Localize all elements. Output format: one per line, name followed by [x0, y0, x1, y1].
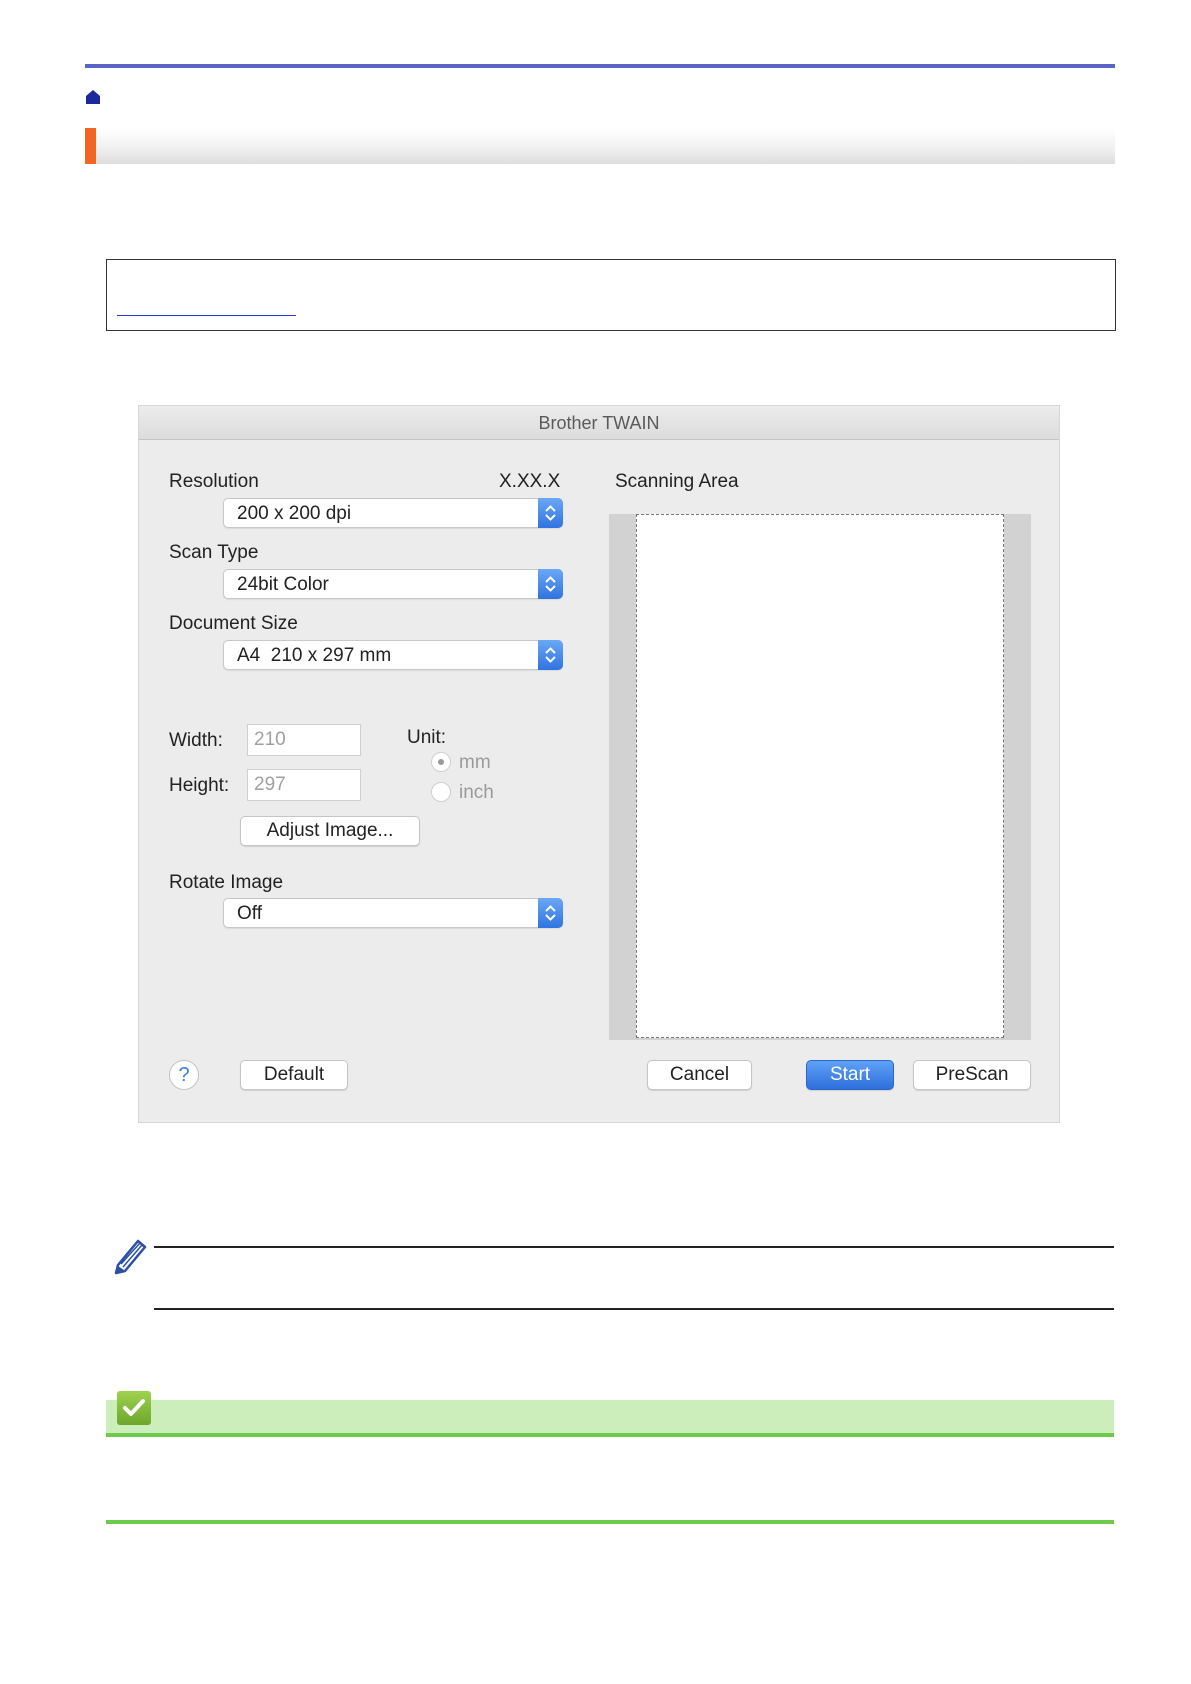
- chevron-updown-icon: [538, 498, 563, 528]
- default-button[interactable]: Default: [240, 1060, 348, 1090]
- start-button[interactable]: Start: [806, 1060, 894, 1090]
- scan-type-select[interactable]: 24bit Color: [223, 569, 563, 599]
- info-box: [106, 259, 1116, 331]
- adjust-image-button[interactable]: Adjust Image...: [240, 816, 420, 846]
- scanning-area-selection[interactable]: [636, 514, 1004, 1038]
- unit-inch-label: inch: [459, 782, 494, 803]
- width-field[interactable]: 210: [247, 724, 361, 756]
- help-button[interactable]: ?: [169, 1060, 199, 1090]
- version-label: X.XX.X: [499, 471, 561, 492]
- unit-mm-radio[interactable]: [431, 752, 451, 772]
- rotate-image-label: Rotate Image: [169, 872, 284, 893]
- cancel-button[interactable]: Cancel: [647, 1060, 752, 1090]
- document-size-value: A4 210 x 297 mm: [237, 645, 392, 666]
- checkmark-icon: [117, 1391, 151, 1425]
- rotate-image-value: Off: [237, 903, 262, 924]
- resolution-label: Resolution: [169, 471, 259, 492]
- unit-mm-label: mm: [459, 752, 491, 773]
- pencil-icon: [114, 1239, 147, 1275]
- note-rule-bottom: [154, 1308, 1114, 1310]
- twain-dialog: Brother TWAIN Resolution X.XX.X 200 x 20…: [138, 405, 1060, 1123]
- prescan-button[interactable]: PreScan: [913, 1060, 1031, 1090]
- resolution-select[interactable]: 200 x 200 dpi: [223, 498, 563, 528]
- width-label: Width:: [169, 730, 223, 751]
- document-size-select[interactable]: A4 210 x 297 mm: [223, 640, 563, 670]
- resolution-value: 200 x 200 dpi: [237, 503, 352, 524]
- header-rule: [85, 64, 1115, 68]
- related-info-bottom-rule: [106, 1520, 1114, 1524]
- unit-inch-radio[interactable]: [431, 782, 451, 802]
- scanning-area-label: Scanning Area: [615, 471, 739, 492]
- dialog-title: Brother TWAIN: [139, 406, 1059, 440]
- info-link[interactable]: [117, 315, 296, 316]
- note-rule-top: [154, 1246, 1114, 1248]
- chevron-updown-icon: [538, 640, 563, 670]
- scan-type-label: Scan Type: [169, 542, 259, 563]
- chevron-updown-icon: [538, 569, 563, 599]
- section-title-bar: [85, 128, 1115, 164]
- related-info-bar: [106, 1400, 1114, 1434]
- chevron-updown-icon: [538, 898, 563, 928]
- unit-label: Unit:: [407, 727, 447, 748]
- section-title-accent: [85, 128, 96, 164]
- scan-type-value: 24bit Color: [237, 574, 329, 595]
- home-icon[interactable]: [85, 89, 101, 105]
- height-field[interactable]: 297: [247, 769, 361, 801]
- related-info-rule: [106, 1433, 1114, 1437]
- rotate-image-select[interactable]: Off: [223, 898, 563, 928]
- radio-selected-dot: [438, 759, 444, 765]
- height-label: Height:: [169, 775, 230, 796]
- document-size-label: Document Size: [169, 613, 298, 634]
